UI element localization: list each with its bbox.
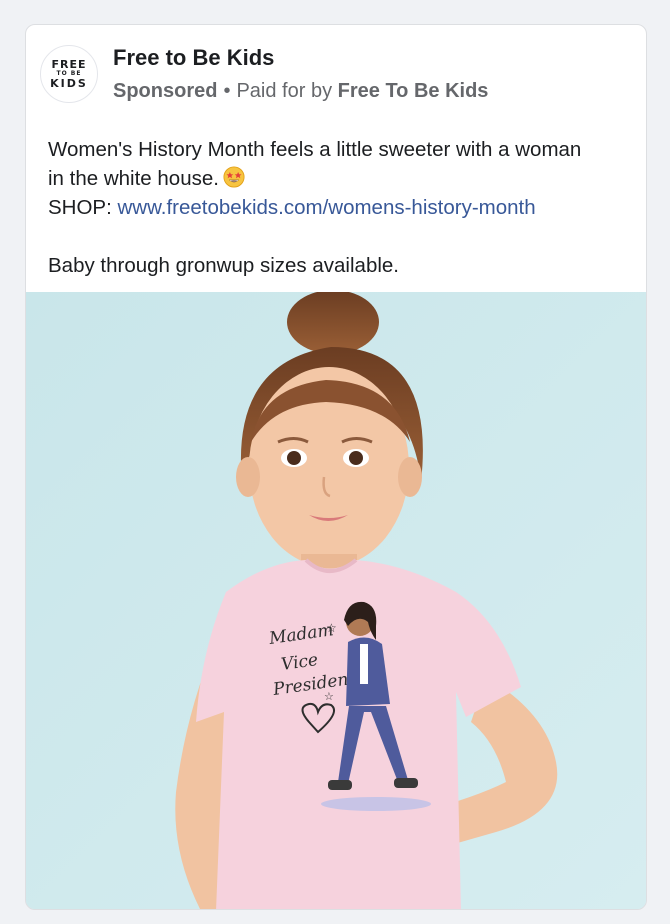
left-eye xyxy=(287,451,301,465)
avatar-text-kids: KIDS xyxy=(50,77,88,90)
sponsored-post-card: FREE TO BE KIDS Free to Be Kids Sponsore… xyxy=(25,24,647,910)
shop-line: SHOP: www.freetobekids.com/womens-histor… xyxy=(48,193,638,222)
paid-for-prefix: Paid for by xyxy=(236,80,333,102)
post-text-line-3: Baby through gronwup sizes available. xyxy=(48,254,399,277)
figure-left-shoe xyxy=(328,780,352,790)
figure-right-shoe xyxy=(394,778,418,788)
post-image[interactable]: Madam Vice President ☆ ☆ xyxy=(26,292,646,909)
star-doodle-icon-2: ☆ xyxy=(324,690,334,703)
star-struck-emoji-icon xyxy=(223,166,245,188)
page-name-link[interactable]: Free to Be Kids xyxy=(113,45,274,71)
hair-bun xyxy=(287,292,379,354)
star-doodle-icon: ☆ xyxy=(326,621,337,635)
post-header: FREE TO BE KIDS Free to Be Kids Sponsore… xyxy=(26,25,646,121)
shop-prefix: SHOP: xyxy=(48,196,112,219)
sponsored-meta: Sponsored • Paid for by Free To Be Kids xyxy=(113,80,488,103)
meta-separator: • xyxy=(223,80,231,102)
avatar-text-free: FREE xyxy=(51,58,87,71)
post-text-line-2-content: in the white house. xyxy=(48,167,219,190)
post-text: Women's History Month feels a little swe… xyxy=(48,135,638,280)
right-eye xyxy=(349,451,363,465)
advertiser-name[interactable]: Free To Be Kids xyxy=(338,80,489,102)
page-avatar[interactable]: FREE TO BE KIDS xyxy=(40,45,98,103)
figure-blouse xyxy=(360,644,368,684)
left-ear xyxy=(236,457,260,497)
figure-shadow xyxy=(321,797,431,811)
sponsored-label[interactable]: Sponsored xyxy=(113,80,217,102)
right-ear xyxy=(398,457,422,497)
child-tshirt-photo: Madam Vice President ☆ ☆ xyxy=(26,292,646,909)
shop-link[interactable]: www.freetobekids.com/womens-history-mont… xyxy=(118,196,536,219)
post-text-line-2: in the white house. xyxy=(48,164,638,193)
post-text-line-1: Women's History Month feels a little swe… xyxy=(48,138,582,161)
